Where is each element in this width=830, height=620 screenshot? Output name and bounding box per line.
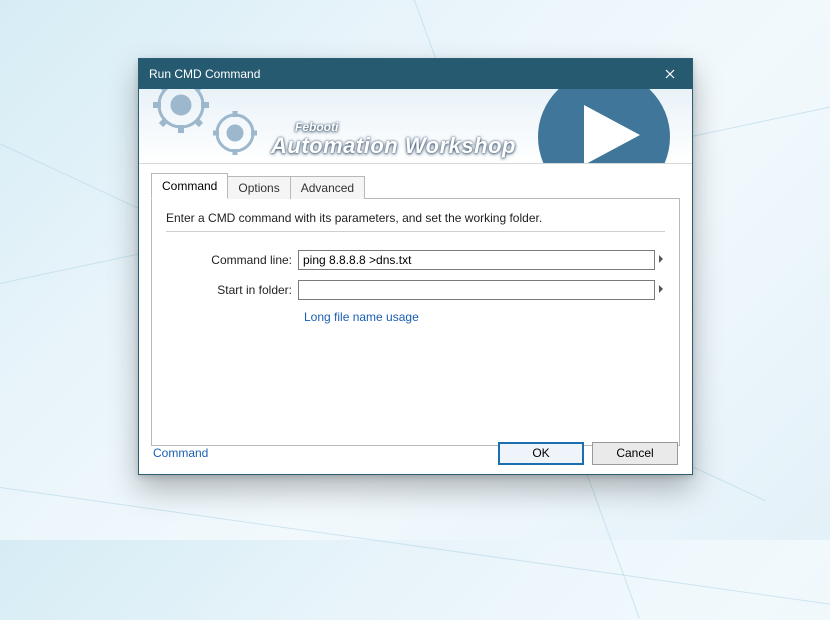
row-start-folder: Start in folder: [166, 280, 665, 300]
tab-panel-command: Enter a CMD command with its parameters,… [151, 198, 680, 446]
cancel-button[interactable]: Cancel [592, 442, 678, 465]
command-line-input[interactable] [298, 250, 655, 270]
close-button[interactable] [647, 59, 692, 89]
start-folder-picker[interactable] [655, 285, 665, 296]
start-folder-label: Start in folder: [166, 283, 298, 297]
footer: Command OK Cancel [139, 432, 692, 474]
ok-button[interactable]: OK [498, 442, 584, 465]
banner: Febooti Automation Workshop [139, 89, 692, 164]
tab-options[interactable]: Options [227, 176, 290, 199]
tab-advanced[interactable]: Advanced [290, 176, 365, 199]
start-folder-input[interactable] [298, 280, 655, 300]
brand-big: Automation Workshop [271, 134, 516, 157]
row-command-line: Command line: [166, 250, 665, 270]
window-title: Run CMD Command [149, 67, 260, 81]
long-file-name-link[interactable]: Long file name usage [304, 310, 419, 324]
command-line-picker[interactable] [655, 255, 665, 266]
chevron-right-icon [658, 285, 664, 293]
content-area: Command Options Advanced Enter a CMD com… [139, 164, 692, 446]
tab-command[interactable]: Command [151, 173, 228, 199]
footer-help-link[interactable]: Command [153, 446, 208, 460]
play-icon [584, 105, 640, 164]
titlebar[interactable]: Run CMD Command [139, 59, 692, 89]
tabstrip: Command Options Advanced [151, 173, 680, 199]
link-row: Long file name usage [304, 310, 665, 324]
footer-buttons: OK Cancel [498, 442, 678, 465]
dialog-window: Run CMD Command [138, 58, 693, 475]
command-line-label: Command line: [166, 253, 298, 267]
instruction-text: Enter a CMD command with its parameters,… [166, 211, 665, 232]
chevron-right-icon [658, 255, 664, 263]
close-icon [665, 69, 675, 79]
brand-text: Febooti Automation Workshop [271, 121, 516, 157]
